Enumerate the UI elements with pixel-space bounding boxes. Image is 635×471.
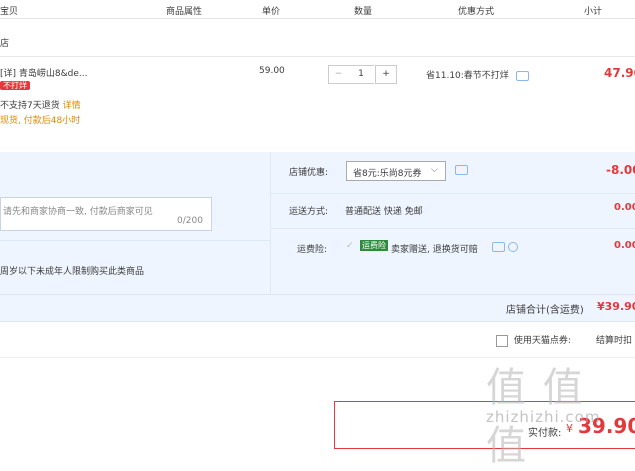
chat-icon[interactable] <box>455 165 468 175</box>
shipping-amount: 0.00 <box>614 202 635 213</box>
watermark-url: zhizhizhi.com <box>486 408 601 426</box>
help-icon[interactable] <box>507 242 518 252</box>
unit-price: 59.00 <box>259 66 285 76</box>
insurance-label: 运费险: <box>297 245 328 255</box>
insurance-checkbox[interactable]: ✓ <box>346 241 354 251</box>
store-total-value: ¥39.90 <box>597 300 635 313</box>
store-discount-value: 省8元:乐尚8元券 <box>353 169 422 179</box>
age-notice: 周岁以下未成年人限制购买此类商品 <box>0 267 145 277</box>
message-input[interactable]: 请先和商家协商一致, 付款后商家可见 0/200 <box>0 197 212 231</box>
chevron-down-icon: ⌵ <box>431 165 438 175</box>
coupon-checkbox[interactable] <box>496 334 508 347</box>
insurance-badge: 运费险 <box>360 240 388 251</box>
message-counter: 0/200 <box>177 216 203 226</box>
col-item: 宝贝 <box>0 7 19 17</box>
chat-icon[interactable] <box>492 242 505 252</box>
col-subtotal: 小计 <box>584 7 603 17</box>
store-name[interactable]: 店 <box>0 36 9 49</box>
shipping-value: 普通配送 快递 免邮 <box>345 207 423 217</box>
item-title[interactable]: [详] 青岛崂山8&de... <box>0 66 87 79</box>
col-quantity: 数量 <box>354 7 373 17</box>
table-header: 宝贝 商品属性 单价 数量 优惠方式 小计 <box>0 0 635 19</box>
increase-button[interactable]: + <box>375 65 397 84</box>
order-item-row <box>0 56 635 151</box>
promo-text: 省11.10:春节不打烊 <box>426 71 509 81</box>
coupon-label: 使用天猫点券: <box>513 336 571 346</box>
store-total-label: 店铺合计(含运费) <box>506 305 584 316</box>
chat-icon[interactable] <box>515 70 529 81</box>
quantity-stepper: − 1 + <box>328 65 398 84</box>
return-policy-link[interactable]: 详情 <box>63 101 81 111</box>
decrease-button[interactable]: − <box>328 65 349 84</box>
return-policy: 不支持7天退货 <box>0 101 60 111</box>
col-price: 单价 <box>262 7 281 17</box>
item-subtotal: 47.90 <box>604 66 635 80</box>
quantity-input[interactable]: 1 <box>348 65 374 84</box>
store-discount-label: 店铺优惠: <box>289 168 329 178</box>
col-discount: 优惠方式 <box>458 7 495 17</box>
col-attributes: 商品属性 <box>166 7 203 17</box>
insurance-amount: 0.00 <box>614 240 635 251</box>
settle-note: 结算时扣 <box>596 336 633 346</box>
message-placeholder: 请先和商家协商一致, 付款后商家可见 <box>3 207 153 217</box>
store-discount-select[interactable]: 省8元:乐尚8元券 ⌵ <box>346 161 446 181</box>
insurance-value: 卖家赠送, 退换货可赔 <box>391 245 478 255</box>
delivery-note: 现货, 付款后48小时 <box>0 116 81 126</box>
item-tag: 不打烊 <box>0 81 30 90</box>
shipping-label: 运送方式: <box>289 207 329 217</box>
store-discount-amount: -8.00 <box>606 163 635 177</box>
